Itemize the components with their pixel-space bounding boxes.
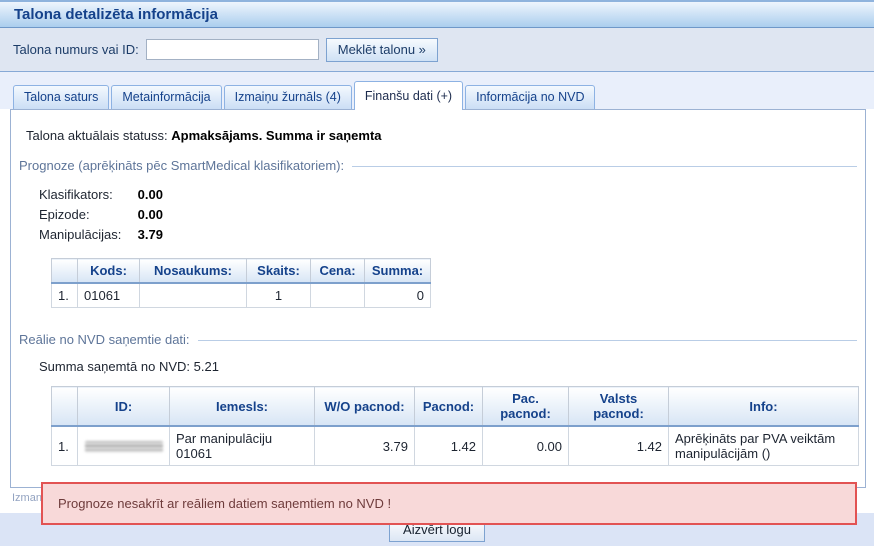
- nvd-sum-line: Summa saņemtā no NVD: 5.21: [39, 357, 865, 377]
- search-input[interactable]: [146, 39, 319, 60]
- nvd-sum-value: 5.21: [194, 359, 219, 374]
- col-rownum: [52, 259, 78, 284]
- col-nosaukums: Nosaukums:: [140, 259, 247, 284]
- cell-pacnod: 1.42: [415, 426, 483, 466]
- field-label: Klasifikators:: [39, 185, 134, 205]
- page-title: Talona detalizēta informācija: [14, 6, 218, 23]
- table-row: 1. Par manipulāciju 01061 3.79 1.42 0.00…: [52, 426, 859, 466]
- fieldset-rule: [198, 340, 857, 341]
- cell-rownum: 1.: [52, 283, 78, 308]
- prognosis-table: Kods: Nosaukums: Skaits: Cena: Summa: 1.…: [51, 258, 431, 308]
- cell-summa: 0: [365, 283, 431, 308]
- cell-valsts-pacnod: 1.42: [569, 426, 669, 466]
- col-kods: Kods:: [78, 259, 140, 284]
- cell-rownum: 1.: [52, 426, 78, 466]
- cell-id: [78, 426, 170, 466]
- col-iemesls: Iemesls:: [170, 387, 315, 427]
- tab-panel-finansu-dati: Talona aktuālais statuss: Apmaksājams. S…: [10, 109, 866, 488]
- col-pac-pacnod: Pac. pacnod:: [483, 387, 569, 427]
- col-valsts-pacnod: Valsts pacnod:: [569, 387, 669, 427]
- col-wo-pacnod: W/O pacnod:: [315, 387, 415, 427]
- search-toolbar: Talona numurs vai ID: Meklēt talonu »: [0, 28, 874, 72]
- field-manipulacijas: Manipulācijas: 3.79: [39, 225, 865, 245]
- cell-skaits: 1: [247, 283, 311, 308]
- tab-finansu-dati[interactable]: Finanšu dati (+): [354, 81, 463, 110]
- field-label: Manipulācijas:: [39, 225, 134, 245]
- field-epizode: Epizode: 0.00: [39, 205, 865, 225]
- cell-iemesls: Par manipulāciju 01061: [170, 426, 315, 466]
- tab-strip: Talona saturs Metainformācija Izmaiņu žu…: [0, 72, 874, 109]
- redacted-id: [85, 441, 163, 453]
- mismatch-warning: Prognoze nesakrīt ar reāliem datiem saņe…: [41, 482, 857, 525]
- cell-wo-pacnod: 3.79: [315, 426, 415, 466]
- nvd-table: ID: Iemesls: W/O pacnod: Pacnod: Pac. pa…: [51, 386, 859, 466]
- col-pacnod: Pacnod:: [415, 387, 483, 427]
- cell-pac-pacnod: 0.00: [483, 426, 569, 466]
- col-summa: Summa:: [365, 259, 431, 284]
- col-rownum: [52, 387, 78, 427]
- field-value: 3.79: [138, 227, 163, 242]
- search-label: Talona numurs vai ID:: [13, 42, 139, 57]
- window-title-bar: Talona detalizēta informācija: [0, 0, 874, 28]
- cell-kods: 01061: [78, 283, 140, 308]
- field-klasifikators: Klasifikators: 0.00: [39, 185, 865, 205]
- tab-informacija-no-nvd[interactable]: Informācija no NVD: [465, 85, 595, 109]
- col-id: ID:: [78, 387, 170, 427]
- col-skaits: Skaits:: [247, 259, 311, 284]
- nvd-sum-label: Summa saņemtā no NVD:: [39, 359, 190, 374]
- field-value: 0.00: [138, 187, 163, 202]
- prognosis-fields: Klasifikators: 0.00 Epizode: 0.00 Manipu…: [39, 185, 865, 245]
- cell-cena: [311, 283, 365, 308]
- status-value: Apmaksājams. Summa ir saņemta: [171, 128, 381, 143]
- field-label: Epizode:: [39, 205, 134, 225]
- status-label: Talona aktuālais statuss:: [26, 128, 168, 143]
- prognosis-fieldset-header: Prognoze (aprēķināts pēc SmartMedical kl…: [19, 158, 857, 173]
- fieldset-rule: [352, 166, 857, 167]
- warning-message: Prognoze nesakrīt ar reāliem datiem saņe…: [58, 496, 391, 511]
- status-line: Talona aktuālais statuss: Apmaksājams. S…: [26, 128, 865, 143]
- tab-talona-saturs[interactable]: Talona saturs: [13, 85, 109, 109]
- col-info: Info:: [669, 387, 859, 427]
- col-cena: Cena:: [311, 259, 365, 284]
- table-header-row: ID: Iemesls: W/O pacnod: Pacnod: Pac. pa…: [52, 387, 859, 427]
- nvd-legend: Reālie no NVD saņemtie dati:: [19, 332, 198, 347]
- cell-info: Aprēķināts par PVA veiktām manipulācijām…: [669, 426, 859, 466]
- cell-nosaukums: [140, 283, 247, 308]
- field-value: 0.00: [138, 207, 163, 222]
- table-header-row: Kods: Nosaukums: Skaits: Cena: Summa:: [52, 259, 431, 284]
- nvd-fieldset-header: Reālie no NVD saņemtie dati:: [19, 332, 857, 347]
- table-row: 1. 01061 1 0: [52, 283, 431, 308]
- tab-metainformacija[interactable]: Metainformācija: [111, 85, 221, 109]
- prognosis-legend: Prognoze (aprēķināts pēc SmartMedical kl…: [19, 158, 352, 173]
- search-button[interactable]: Meklēt talonu »: [326, 38, 438, 62]
- tab-izmainu-zurnals[interactable]: Izmaiņu žurnāls (4): [224, 85, 352, 109]
